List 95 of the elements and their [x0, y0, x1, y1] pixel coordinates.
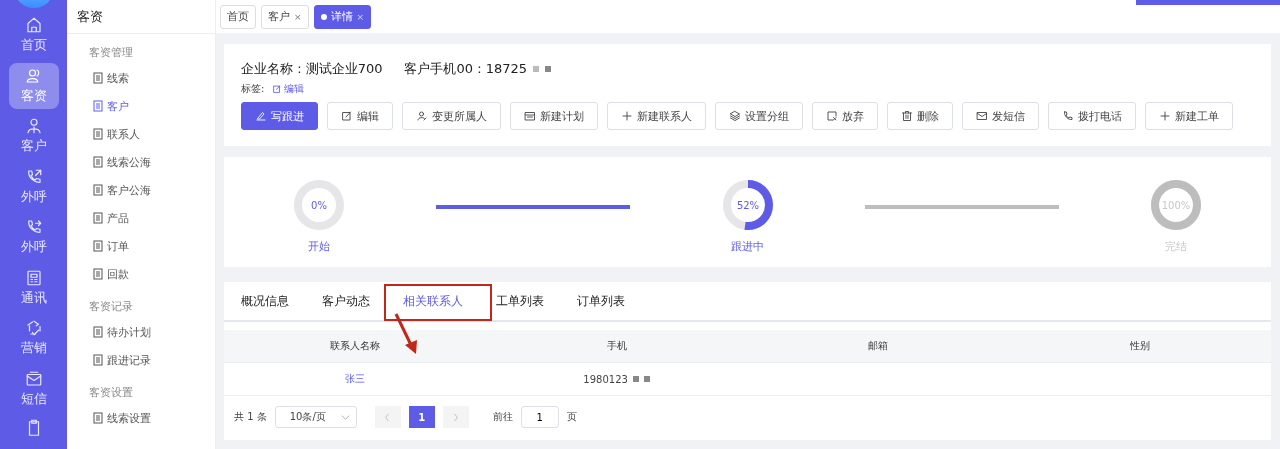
trash-icon	[901, 110, 913, 122]
sidebar-group-title: 客资记录	[88, 299, 134, 315]
edit-icon	[272, 84, 283, 94]
action-button[interactable]: 编辑	[327, 102, 393, 130]
close-icon[interactable]: ×	[356, 11, 365, 22]
page-size-select[interactable]: 10条/页	[274, 406, 357, 428]
home-icon	[24, 16, 43, 34]
nav-rail-item[interactable]: 客户	[8, 113, 59, 159]
next-page-button[interactable]	[442, 406, 469, 428]
action-button[interactable]: 拨打电话	[1048, 102, 1136, 130]
chevron-down-icon	[340, 412, 350, 422]
envelope-icon	[976, 110, 988, 122]
sidebar-group-title: 客资管理	[88, 45, 134, 61]
page-suffix: 页	[566, 410, 577, 424]
page-tab[interactable]: 首页	[220, 4, 256, 29]
nav-rail-item[interactable]: 首页	[8, 12, 59, 58]
document-icon	[93, 268, 103, 280]
nav-rail-item[interactable]: 外呼	[8, 163, 59, 210]
sidebar-item[interactable]: 线索公海	[67, 148, 215, 176]
sidebar-item[interactable]: 产品	[67, 204, 215, 232]
total-count: 共 1 条	[234, 410, 267, 424]
table-cell: 1980123	[583, 373, 628, 385]
edit-tags-link[interactable]: 编辑	[272, 82, 305, 96]
sidebar-item[interactable]: 客户	[67, 92, 215, 120]
chevron-right-icon	[451, 412, 461, 422]
action-button[interactable]: 变更所属人	[402, 102, 501, 130]
page-tab[interactable]: 详情 ×	[313, 4, 372, 29]
customer-phone: 客户手机00 : 18725	[404, 60, 527, 78]
document-icon	[93, 100, 103, 112]
document-icon	[93, 412, 103, 424]
column-header: 手机	[485, 330, 748, 363]
envelope-icon	[24, 369, 43, 388]
tags-label: 标签:	[241, 82, 265, 96]
document-icon	[93, 72, 103, 84]
progress-percent: 52%	[736, 200, 759, 211]
layers-icon	[729, 110, 741, 122]
annotation-arrow	[394, 312, 420, 356]
sidebar-item[interactable]: 待办计划	[67, 318, 215, 346]
document-icon	[93, 212, 103, 224]
document-icon	[93, 326, 103, 338]
progress-percent: 0%	[311, 200, 327, 211]
action-button[interactable]: 删除	[887, 102, 953, 130]
nav-rail-item[interactable]: 外呼	[8, 214, 59, 260]
contact-name-link[interactable]: 张三	[344, 372, 365, 386]
phone-icon	[1062, 110, 1074, 122]
document-icon	[93, 354, 103, 366]
action-button[interactable]: 发短信	[962, 102, 1039, 130]
nav-rail-item[interactable]: 通讯	[8, 264, 59, 311]
sidebar-item[interactable]: 线索设置	[67, 404, 215, 432]
nav-rail-item[interactable]: 短信	[8, 365, 59, 412]
action-button[interactable]: 放弃	[812, 102, 878, 130]
edit-icon	[341, 110, 353, 122]
action-button[interactable]: 新建计划	[510, 102, 598, 130]
company-name: 企业名称 : 测试企业700	[241, 60, 383, 78]
detail-tab[interactable]: 概况信息	[241, 283, 289, 321]
page-number[interactable]: 1	[408, 406, 435, 428]
column-header: 性别	[1009, 330, 1271, 363]
sidebar-title: 客资	[67, 0, 215, 34]
page-tab[interactable]: 客户 ×	[261, 4, 309, 29]
column-header: 邮箱	[747, 330, 1010, 363]
sidebar-item[interactable]: 跟进记录	[67, 346, 215, 374]
nav-rail-item[interactable]: 营销	[8, 315, 59, 361]
document-icon	[93, 128, 103, 140]
calendar-icon	[524, 110, 536, 122]
document-icon	[93, 240, 103, 252]
close-icon[interactable]: ×	[294, 11, 302, 22]
document-icon	[93, 156, 103, 168]
sidebar-item[interactable]: 线索	[67, 64, 215, 92]
goto-page-field[interactable]: 1	[520, 406, 559, 428]
user-swap-icon	[416, 110, 428, 122]
action-button[interactable]: 新建联系人	[607, 102, 706, 130]
sidebar-item[interactable]: 联系人	[67, 120, 215, 148]
column-header: 联系人名称	[224, 330, 486, 363]
person-icon	[24, 117, 43, 135]
discard-icon	[826, 110, 838, 122]
action-button[interactable]: 写跟进	[241, 102, 318, 130]
plus-icon	[1159, 110, 1171, 122]
sidebar-item[interactable]: 回款	[67, 260, 215, 288]
detail-tab[interactable]: 相关联系人	[403, 283, 463, 321]
sidebar-item[interactable]: 订单	[67, 232, 215, 260]
sidebar-item[interactable]: 客户公海	[67, 176, 215, 204]
goto-label: 前往	[492, 410, 513, 424]
document-icon	[93, 184, 103, 196]
pencil-icon	[255, 110, 267, 122]
sidebar-group-title: 客资设置	[88, 385, 134, 401]
detail-tab[interactable]: 客户动态	[322, 283, 370, 321]
detail-tab[interactable]: 订单列表	[577, 283, 625, 321]
action-button[interactable]: 设置分组	[715, 102, 803, 130]
stage-label: 跟进中	[731, 239, 764, 254]
detail-tab[interactable]: 工单列表	[496, 283, 544, 321]
contacts-card-icon	[24, 268, 43, 287]
prev-page-button[interactable]	[374, 406, 401, 428]
stage-label: 开始	[308, 239, 330, 254]
action-button[interactable]: 新建工单	[1145, 102, 1233, 130]
plus-icon	[621, 110, 633, 122]
